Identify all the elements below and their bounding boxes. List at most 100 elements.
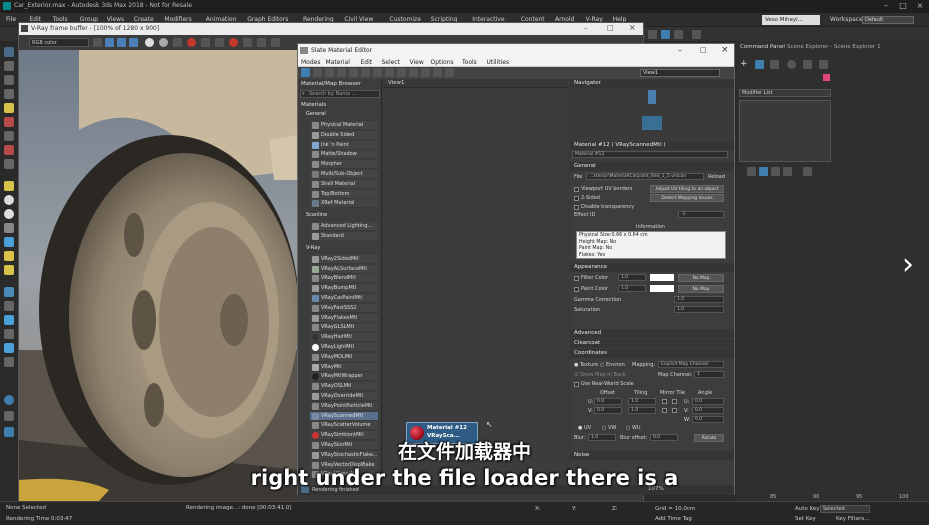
bulb-icon[interactable] — [4, 265, 14, 275]
compare-icon[interactable] — [257, 38, 266, 47]
lens-fx-icon[interactable] — [173, 38, 182, 47]
render-setup-icon[interactable] — [648, 30, 657, 39]
general-rollout[interactable]: General — [570, 162, 734, 171]
u-mirror-checkbox[interactable] — [662, 399, 667, 404]
browser-group[interactable]: Scanline — [306, 212, 327, 218]
browser-item[interactable]: VRayALSurfaceMtl — [310, 264, 378, 274]
render-icon[interactable] — [187, 38, 196, 47]
create-icon[interactable]: + — [740, 59, 748, 69]
select-tool-icon[interactable] — [301, 68, 310, 77]
parameter-editor-icon[interactable] — [433, 68, 442, 77]
scale-icon[interactable] — [4, 89, 14, 99]
node-view[interactable]: View1 Material #12 VRaySca... ↖ — [384, 79, 568, 494]
channel-select[interactable]: RGB color — [29, 38, 89, 47]
sphere-icon[interactable] — [4, 195, 14, 205]
tab-command-panel[interactable]: Command Panel — [740, 44, 785, 50]
browser-item[interactable]: VRayBumpMtl — [310, 284, 378, 294]
v-mirror-checkbox[interactable] — [662, 408, 667, 413]
browser-item[interactable]: VRayMtlWrapper — [310, 372, 378, 382]
tab-scene-explorer[interactable]: Scene Explorer - Scene Explorer 1 — [787, 44, 881, 50]
display-icon[interactable] — [803, 60, 812, 69]
sme-menu-item[interactable]: Utilities — [487, 59, 510, 66]
view-select[interactable]: View1 — [640, 69, 720, 77]
vfb-minimize-icon[interactable]: – — [584, 24, 588, 32]
browser-item[interactable]: Matte/Shadow — [310, 150, 378, 160]
show-map-checkbox[interactable]: ☑ Show Map in Back — [574, 372, 626, 378]
modifier-stack[interactable] — [739, 100, 831, 162]
browser-item[interactable]: Top/Bottom — [310, 189, 378, 199]
menu-item[interactable]: File — [6, 16, 16, 23]
browser-item[interactable]: Morpher — [310, 160, 378, 170]
camera-icon[interactable] — [4, 131, 14, 141]
environ-radio[interactable]: ○ Environ — [600, 362, 625, 368]
delete-icon[interactable] — [349, 68, 358, 77]
w-angle-field[interactable]: 0.0 — [692, 416, 724, 423]
close-icon[interactable]: × — [914, 1, 926, 11]
advanced-rollout[interactable]: Advanced — [570, 329, 734, 338]
browser-item[interactable]: VRayCarPaintMtl — [310, 294, 378, 303]
sme-menu-item[interactable]: Material — [326, 59, 350, 66]
browser-item[interactable]: VRay2SidedMtl — [310, 254, 378, 264]
blue-channel-icon[interactable] — [129, 38, 138, 47]
browser-item[interactable]: Multi/Sub-Object — [310, 170, 378, 179]
real-world-checkbox[interactable] — [574, 382, 579, 387]
browser-item[interactable]: XRef Material — [310, 199, 378, 209]
modify-icon[interactable] — [755, 60, 764, 69]
vfb-maximize-icon[interactable]: □ — [607, 24, 614, 32]
browser-item[interactable]: Ink 'n Paint — [310, 140, 378, 150]
browser-item[interactable]: VRayMtl — [310, 362, 378, 372]
next-arrow-icon[interactable]: › — [902, 250, 924, 280]
paint-map-button[interactable]: No Map — [678, 285, 724, 293]
assign-icon[interactable] — [337, 68, 346, 77]
tool-icon[interactable] — [4, 357, 14, 367]
browser-item[interactable]: Physical Material — [310, 121, 378, 130]
clearcoat-rollout[interactable]: Clearcoat — [570, 339, 734, 348]
auto-key-button[interactable]: Auto Key — [795, 506, 820, 512]
viewport-uv-checkbox[interactable] — [574, 187, 579, 192]
uv-radio[interactable]: ● UV — [578, 425, 591, 431]
move-icon[interactable] — [4, 61, 14, 71]
browser-item[interactable]: VRayGLSLMtl — [310, 323, 378, 333]
vray-icon[interactable] — [4, 117, 14, 127]
light-icon[interactable] — [4, 103, 14, 113]
paint-color-checkbox[interactable] — [574, 287, 579, 292]
browser-item[interactable]: VRayPointParticleMtl — [310, 401, 378, 411]
paint-color-value[interactable]: 1.0 — [618, 285, 646, 292]
view-tab[interactable]: View1 — [384, 79, 568, 88]
sme-minimize-icon[interactable]: – — [678, 46, 682, 55]
teapot-icon[interactable] — [692, 30, 701, 39]
u-offset-field[interactable]: 0.0 — [594, 398, 622, 405]
pick-material-icon[interactable] — [313, 68, 322, 77]
add-time-tag[interactable]: Add Time Tag — [655, 516, 692, 522]
workspaces-select[interactable]: Default — [862, 16, 914, 24]
sme-menu-item[interactable]: Edit — [361, 59, 373, 66]
green-channel-icon[interactable] — [117, 38, 126, 47]
save-image-icon[interactable] — [93, 38, 102, 47]
user-dropdown[interactable]: Veso Mihayl... — [762, 15, 820, 25]
material-name-field[interactable]: Material #12 — [572, 151, 728, 158]
motion-icon[interactable] — [787, 60, 796, 69]
stop-render-icon[interactable] — [229, 38, 238, 47]
appearance-rollout[interactable]: Appearance — [570, 263, 734, 272]
make-unique-icon[interactable] — [771, 167, 780, 176]
browser-item[interactable]: VRayFlakesMtl — [310, 313, 378, 323]
wu-radio[interactable]: ○ WU — [626, 425, 641, 431]
render-frame-icon[interactable] — [661, 30, 670, 39]
key-filters-button[interactable]: Key Filters... — [836, 516, 869, 522]
browser-item[interactable]: Standard — [310, 232, 378, 241]
mapping-select[interactable]: Explicit Map Channel — [658, 361, 724, 368]
history-icon[interactable] — [243, 38, 252, 47]
browser-item[interactable]: VRayLightMtl — [310, 343, 378, 352]
dome-icon[interactable] — [4, 209, 14, 219]
reload-button[interactable]: Reload — [708, 174, 725, 180]
vray-light-icon[interactable] — [4, 145, 14, 155]
info-icon[interactable] — [4, 395, 14, 405]
env-icon[interactable] — [4, 343, 14, 353]
vw-radio[interactable]: ○ VW — [602, 425, 616, 431]
minimize-icon[interactable]: – — [880, 1, 892, 11]
maximize-icon[interactable]: □ — [897, 1, 909, 11]
render-production-icon[interactable] — [674, 30, 683, 39]
helper-icon[interactable] — [4, 159, 14, 169]
map-channel-field[interactable]: 1 — [694, 371, 724, 378]
browser-group[interactable]: V-Ray — [306, 245, 320, 251]
